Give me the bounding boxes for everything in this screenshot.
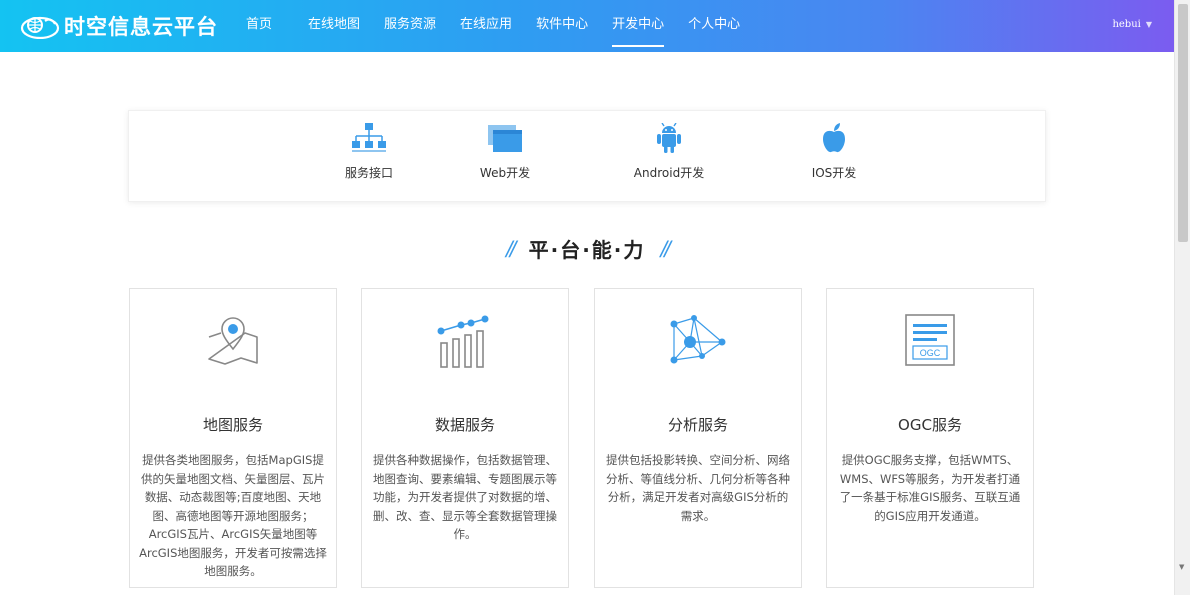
tool-web-dev[interactable]: Web开发 — [455, 121, 555, 181]
nav-item-dev-center[interactable]: 开发中心 — [612, 0, 665, 52]
card-description: 提供各种数据操作，包括数据管理、地图查询、要素编辑、专题图展示等功能，为开发者提… — [373, 453, 557, 541]
web-window-icon — [488, 125, 522, 152]
card-description: 提供包括投影转换、空间分析、网络分析、等值线分析、几何分析等各种分析，满足开发者… — [606, 453, 790, 523]
android-icon — [657, 123, 681, 153]
user-menu[interactable]: hebui ▼ — [1112, 0, 1152, 52]
tool-label: Web开发 — [479, 166, 531, 180]
tool-label: Android开发 — [633, 166, 705, 180]
dev-tools-panel: 服务接口 Web开发 Android开发 IOS开发 — [128, 110, 1046, 202]
map-pin-icon — [208, 317, 258, 365]
nav-item-online-map[interactable]: 在线地图 — [308, 0, 360, 52]
bar-trend-icon — [437, 315, 489, 368]
top-header: 时空信息云平台 首页 在线地图 服务资源 在线应用 软件中心 开发中心 个人中心… — [0, 0, 1174, 52]
card-title: 数据服务 — [434, 416, 495, 434]
scrollbar-thumb[interactable] — [1178, 4, 1188, 242]
cloud-globe-icon — [20, 16, 60, 39]
scroll-down-arrow-icon[interactable]: ▼ — [1179, 563, 1184, 571]
nav-item-home[interactable]: 首页 — [246, 0, 272, 52]
card-title: OGC服务 — [898, 416, 962, 434]
section-heading: // 平·台·能·力 // — [0, 234, 1174, 263]
title-slash-left: // — [506, 236, 517, 261]
card-ogc-service[interactable]: OGC OGC服务 提供OGC服务支撑，包括WMTS、WMS、WFS等服务，为开… — [826, 288, 1034, 588]
section-title: 平·台·能·力 — [528, 238, 646, 262]
tool-label: 服务接口 — [344, 166, 393, 180]
network-nodes-icon — [670, 315, 726, 364]
card-description: 提供OGC服务支撑，包括WMTS、WMS、WFS等服务，为开发者打通了一条基于标… — [839, 453, 1021, 523]
title-slash-right: // — [660, 236, 671, 261]
tool-android-dev[interactable]: Android开发 — [619, 121, 719, 181]
nav-item-software-center[interactable]: 软件中心 — [536, 0, 588, 52]
apple-icon — [823, 123, 845, 153]
tool-service-api[interactable]: 服务接口 — [319, 121, 419, 181]
nav-item-service-resources[interactable]: 服务资源 — [384, 0, 436, 52]
ogc-icon-text: OGC — [920, 348, 941, 358]
sitemap-icon — [352, 123, 386, 152]
ogc-doc-icon: OGC — [905, 314, 955, 366]
card-title: 分析服务 — [667, 416, 728, 434]
card-description: 提供各类地图服务，包括MapGIS提供的矢量地图文档、矢量图层、瓦片数据、动态裁… — [139, 453, 327, 578]
tool-ios-dev[interactable]: IOS开发 — [784, 121, 884, 181]
brand-logo[interactable]: 时空信息云平台 — [20, 11, 218, 41]
chevron-down-icon: ▼ — [1145, 20, 1152, 29]
card-map-service[interactable]: 地图服务 提供各类地图服务，包括MapGIS提供的矢量地图文档、矢量图层、瓦片数… — [129, 288, 337, 588]
main-nav: 首页 在线地图 服务资源 在线应用 软件中心 开发中心 个人中心 — [238, 0, 764, 52]
card-analysis-service[interactable]: 分析服务 提供包括投影转换、空间分析、网络分析、等值线分析、几何分析等各种分析，… — [594, 288, 802, 588]
card-data-service[interactable]: 数据服务 提供各种数据操作，包括数据管理、地图查询、要素编辑、专题图展示等功能，… — [361, 288, 569, 588]
tool-label: IOS开发 — [811, 166, 857, 180]
brand-name: 时空信息云平台 — [64, 15, 218, 39]
card-title: 地图服务 — [202, 416, 263, 434]
nav-item-personal-center[interactable]: 个人中心 — [688, 0, 740, 52]
page-scrollbar[interactable]: ▼ — [1174, 0, 1190, 595]
user-name: hebui — [1112, 19, 1141, 30]
nav-item-online-apps[interactable]: 在线应用 — [460, 0, 512, 52]
